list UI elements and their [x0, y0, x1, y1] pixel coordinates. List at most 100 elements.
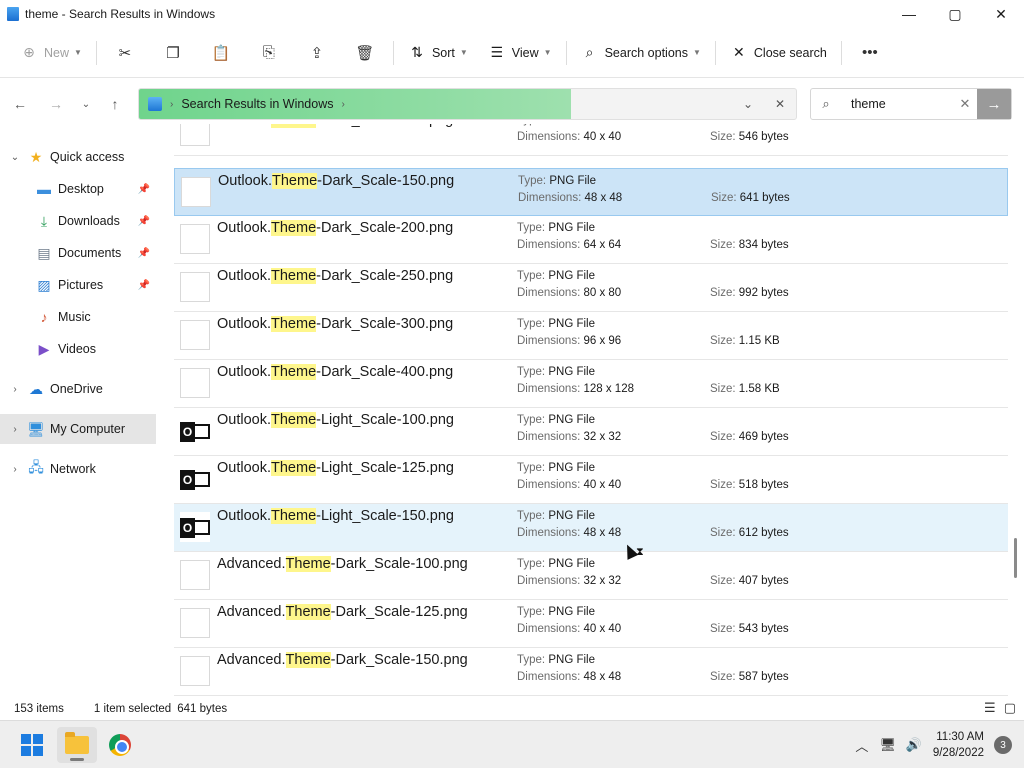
- file-list: Outlook.Theme-Dark_Scale-125.png Type: PN…: [174, 124, 1008, 696]
- forward-button[interactable]: →: [44, 92, 68, 116]
- notification-badge[interactable]: 3: [994, 736, 1012, 754]
- nav-network[interactable]: › 🖧 Network: [0, 454, 156, 484]
- details-view-icon[interactable]: ☰: [984, 700, 996, 716]
- search-input[interactable]: theme: [841, 97, 953, 111]
- file-row[interactable]: Advanced.Theme-Dark_Scale-100.png Type: P…: [174, 552, 1008, 600]
- file-size: Size: 587 bytes: [710, 671, 789, 683]
- clock[interactable]: 11:30 AM 9/28/2022: [933, 729, 984, 761]
- nav-pictures[interactable]: ▨ Pictures 📌: [0, 270, 156, 300]
- file-dimensions: Dimensions: 48 x 48: [517, 527, 622, 539]
- windows-logo-icon: [21, 734, 43, 756]
- file-name[interactable]: Advanced.Theme-Dark_Scale-100.png: [217, 556, 468, 572]
- file-explorer-taskbar-button[interactable]: [57, 727, 97, 763]
- recent-locations-button[interactable]: ⌄: [74, 92, 98, 116]
- nav-my-computer[interactable]: › 🖥 My Computer: [0, 414, 156, 444]
- network-status-icon[interactable]: 🖥: [875, 737, 901, 753]
- close-search-button[interactable]: ✕ Close search: [720, 37, 837, 69]
- nav-music[interactable]: ♪ Music: [0, 302, 156, 332]
- file-name[interactable]: Outlook.Theme-Dark_Scale-200.png: [217, 220, 453, 236]
- file-dimensions: Dimensions: 64 x 64: [517, 239, 622, 251]
- file-name[interactable]: Outlook.Theme-Light_Scale-125.png: [217, 460, 454, 476]
- stop-search-icon[interactable]: ✕: [764, 97, 796, 111]
- chrome-taskbar-button[interactable]: [100, 727, 140, 763]
- breadcrumb[interactable]: Search Results in Windows: [181, 97, 333, 111]
- pin-icon[interactable]: 📌: [138, 184, 150, 195]
- search-options-button[interactable]: ⌕ Search options ▼: [571, 37, 711, 69]
- file-row[interactable]: Outlook.Theme-Dark_Scale-125.png Type: PN…: [174, 124, 1008, 156]
- nav-label: Desktop: [58, 182, 104, 196]
- search-match-highlight: Theme: [271, 316, 317, 332]
- back-button[interactable]: ←: [8, 92, 32, 116]
- view-button[interactable]: ☰ View ▼: [478, 37, 562, 69]
- cloud-icon: ☁: [29, 380, 43, 397]
- address-bar[interactable]: › Search Results in Windows › ⌄ ✕: [138, 88, 797, 120]
- more-options-button[interactable]: •••: [846, 37, 894, 69]
- file-row[interactable]: Advanced.Theme-Dark_Scale-125.png Type: P…: [174, 600, 1008, 648]
- cut-button[interactable]: ✂: [101, 37, 149, 69]
- share-button[interactable]: ⇪: [293, 37, 341, 69]
- file-row[interactable]: Advanced.Theme-Dark_Scale-150.png Type: P…: [174, 648, 1008, 696]
- pin-icon[interactable]: 📌: [138, 248, 150, 259]
- file-row[interactable]: O Outlook.Theme-Light_Scale-100.png Type: …: [174, 408, 1008, 456]
- chevron-right-icon[interactable]: ›: [8, 424, 22, 435]
- search-box[interactable]: ⌕ theme ✕ →: [810, 88, 1012, 120]
- file-row[interactable]: O Outlook.Theme-Light_Scale-150.png Type: …: [174, 504, 1008, 552]
- nav-desktop[interactable]: ▬ Desktop 📌: [0, 174, 156, 204]
- start-button[interactable]: [12, 727, 52, 763]
- file-row[interactable]: Outlook.Theme-Dark_Scale-150.png Type: PN…: [174, 168, 1008, 216]
- file-row[interactable]: Outlook.Theme-Dark_Scale-200.png Type: PN…: [174, 216, 1008, 264]
- minimize-button[interactable]: —: [886, 0, 932, 28]
- search-match-highlight: Theme: [271, 220, 317, 236]
- nav-documents[interactable]: ▤ Documents 📌: [0, 238, 156, 268]
- nav-onedrive[interactable]: › ☁ OneDrive: [0, 374, 156, 404]
- close-button[interactable]: ✕: [978, 0, 1024, 28]
- file-type: Type: PNG File: [517, 654, 595, 666]
- copy-button[interactable]: ❐: [149, 37, 197, 69]
- chevron-up-icon[interactable]: ︿: [849, 736, 875, 755]
- chevron-right-icon[interactable]: ›: [342, 99, 345, 110]
- file-name[interactable]: Outlook.Theme-Dark_Scale-300.png: [217, 316, 453, 332]
- file-row[interactable]: Outlook.Theme-Dark_Scale-300.png Type: PN…: [174, 312, 1008, 360]
- delete-button[interactable]: 🗑: [341, 37, 389, 69]
- file-row[interactable]: Outlook.Theme-Dark_Scale-250.png Type: PN…: [174, 264, 1008, 312]
- file-type: Type: PNG File: [517, 222, 595, 234]
- sort-button[interactable]: ⇅ Sort ▼: [398, 37, 478, 69]
- maximize-button[interactable]: ▢: [932, 0, 978, 28]
- file-name[interactable]: Outlook.Theme-Light_Scale-150.png: [217, 508, 454, 524]
- file-dimensions: Dimensions: 32 x 32: [517, 575, 622, 587]
- file-dimensions: Dimensions: 40 x 40: [517, 623, 622, 635]
- scrollbar-thumb[interactable]: [1014, 538, 1017, 578]
- new-button[interactable]: ⊕ New ▼: [10, 37, 92, 69]
- file-name[interactable]: Outlook.Theme-Dark_Scale-400.png: [217, 364, 453, 380]
- nav-downloads[interactable]: ⤓ Downloads 📌: [0, 206, 156, 236]
- file-type: Type: PNG File: [517, 366, 595, 378]
- image-file-icon: [180, 656, 210, 686]
- selection-count: 1 item selected: [93, 703, 172, 715]
- volume-icon[interactable]: 🔊: [901, 737, 927, 753]
- file-name[interactable]: Advanced.Theme-Dark_Scale-150.png: [217, 652, 468, 668]
- file-name[interactable]: Outlook.Theme-Dark_Scale-150.png: [218, 173, 454, 189]
- file-row[interactable]: Outlook.Theme-Dark_Scale-400.png Type: PN…: [174, 360, 1008, 408]
- search-go-button[interactable]: →: [977, 89, 1011, 119]
- rename-button[interactable]: ⎘: [245, 37, 293, 69]
- chevron-down-icon[interactable]: ⌄: [732, 97, 764, 111]
- file-name[interactable]: Outlook.Theme-Dark_Scale-125.png: [217, 124, 453, 128]
- file-row[interactable]: O Outlook.Theme-Light_Scale-125.png Type: …: [174, 456, 1008, 504]
- file-name[interactable]: Outlook.Theme-Dark_Scale-250.png: [217, 268, 453, 284]
- chevron-right-icon[interactable]: ›: [8, 464, 22, 475]
- paste-button[interactable]: 📋: [197, 37, 245, 69]
- pin-icon[interactable]: 📌: [138, 280, 150, 291]
- file-size: Size: 543 bytes: [710, 623, 789, 635]
- nav-quick-access[interactable]: ⌄ ★ Quick access: [0, 142, 156, 172]
- clear-search-icon[interactable]: ✕: [953, 96, 977, 112]
- chevron-right-icon[interactable]: ›: [8, 384, 22, 395]
- file-name[interactable]: Outlook.Theme-Light_Scale-100.png: [217, 412, 454, 428]
- large-icons-view-icon[interactable]: ▢: [1004, 700, 1016, 716]
- file-name[interactable]: Advanced.Theme-Dark_Scale-125.png: [217, 604, 468, 620]
- chevron-down-icon[interactable]: ⌄: [8, 152, 22, 163]
- pin-icon[interactable]: 📌: [138, 216, 150, 227]
- nav-videos[interactable]: ▶ Videos: [0, 334, 156, 364]
- folder-icon: [65, 732, 89, 754]
- up-button[interactable]: ↑: [103, 92, 127, 116]
- scrollbar[interactable]: [1013, 124, 1019, 694]
